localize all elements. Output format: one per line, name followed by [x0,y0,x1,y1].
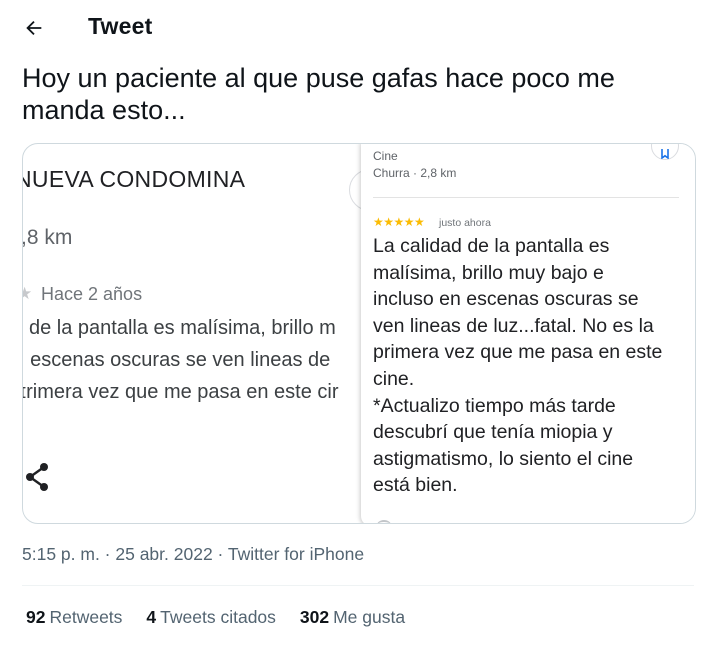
tweet-timestamp[interactable]: 5:15 p. m. · 25 abr. 2022 · Twitter for … [22,544,364,565]
review-text: La calidad de la pantalla es malísima, b… [373,235,663,497]
retweets-label: Retweets [49,607,123,627]
quotes-label: Tweets citados [160,607,276,627]
review-date: Hace 2 años [41,284,143,304]
top-bar: Tweet [0,0,720,56]
review-time: justo ahora [439,217,491,229]
divider [22,585,694,586]
bookmark-icon [661,149,669,159]
arrow-left-icon [26,20,42,36]
page-title: Tweet [88,13,153,39]
background-screenshot: NUEVA CONDOMINA ,8 km ★ Hace 2 años l de… [23,144,368,523]
likes-label: Me gusta [333,607,406,627]
place-category: Cine [373,149,398,163]
divider [373,197,679,198]
rating-stars: ★★★★★ [373,215,425,229]
retweets-link[interactable]: 92 Retweets [26,607,122,628]
review-line: ɪrimera vez que me pasa en este cir [23,381,339,403]
quote-tweets-link[interactable]: 4 Tweets citados [146,607,275,628]
back-button[interactable] [18,12,50,44]
place-distance: ,8 km [23,226,73,249]
tweet-text: Hoy un paciente al que puse gafas hace p… [22,63,615,125]
review-line: l de la pantalla es malísima, brillo m [23,317,336,339]
likes-count: 302 [299,607,330,627]
review-card: Cine Churra · 2,8 km ★★★★★ justo ahora L… [361,144,695,523]
engagement-stats: 92 Retweets 4 Tweets citados 302 Me gusta [26,607,405,628]
save-button[interactable] [651,144,679,160]
star-icon: ★ [23,284,32,304]
review-line: ı escenas oscuras se ven lineas de [23,349,331,371]
retweets-count: 92 [26,607,46,627]
likes-link[interactable]: 302 Me gusta [300,607,405,628]
place-location: Churra · 2,8 km [373,166,457,180]
place-title: NUEVA CONDOMINA [23,166,246,192]
partial-icon [377,520,391,523]
quotes-count: 4 [146,607,157,627]
tweet-media[interactable]: NUEVA CONDOMINA ,8 km ★ Hace 2 años l de… [22,143,696,524]
share-icon[interactable] [25,462,51,492]
